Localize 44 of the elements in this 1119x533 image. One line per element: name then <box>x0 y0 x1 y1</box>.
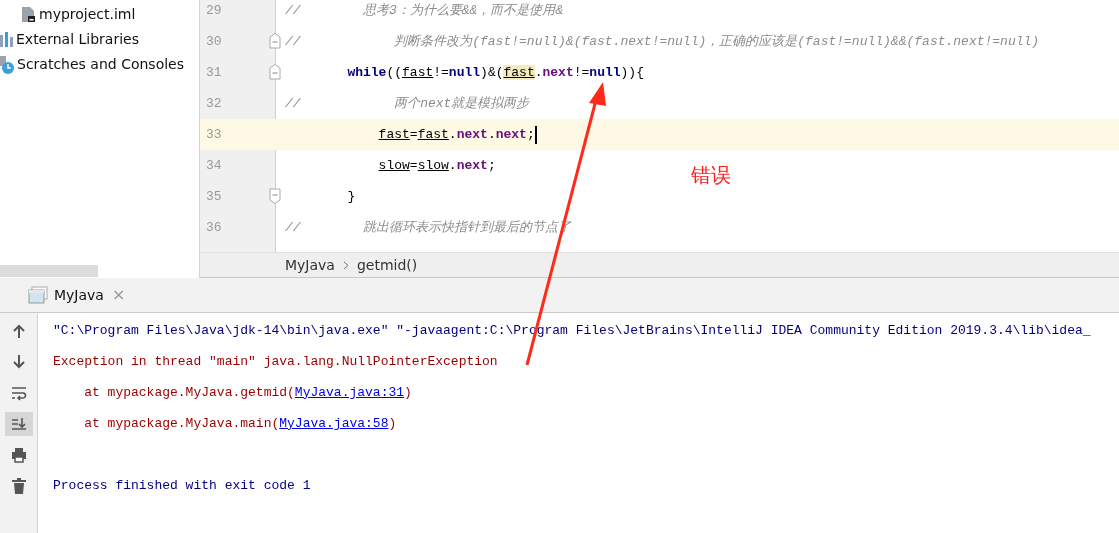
annotation-text: 错误 <box>691 162 731 189</box>
line-number: 33 <box>206 125 222 144</box>
tree-item[interactable]: External Libraries <box>16 29 139 50</box>
code-line: // 思考3：为什么要&&，而不是使用& <box>285 1 564 20</box>
code-line: fast=fast.next.next; <box>377 125 535 144</box>
tree-item[interactable]: myproject.iml <box>39 4 136 25</box>
tree-item[interactable]: Scratches and Consoles <box>17 54 184 75</box>
code-line: } <box>346 187 356 206</box>
print-icon[interactable] <box>10 447 27 463</box>
tab-label: MyJava <box>54 285 104 305</box>
error-line: Exception in thread "main" java.lang.NullPointerException <box>53 352 498 371</box>
code-line: slow=slow.next; <box>377 156 496 175</box>
line-number: 36 <box>206 218 222 237</box>
line-number: 34 <box>206 156 222 175</box>
breadcrumb-item[interactable]: getmid() <box>356 254 418 276</box>
scroll-to-end-icon[interactable] <box>10 416 27 432</box>
trash-icon[interactable] <box>10 478 27 494</box>
source-link[interactable]: MyJava.java:31 <box>294 382 405 403</box>
code-line: while((fast!=null)&(fast.next!=null)){ <box>346 63 644 82</box>
chevron-icon <box>342 260 349 270</box>
line-number: 31 <box>206 63 222 82</box>
line-number: 29 <box>206 1 222 20</box>
file-icon <box>20 6 36 23</box>
console-icon <box>28 286 48 304</box>
scroll-to-end-button[interactable] <box>4 412 33 436</box>
code-line: // 两个next就是模拟两步 <box>285 94 530 113</box>
soft-wrap-icon[interactable] <box>10 385 27 401</box>
scratches-icon <box>0 55 14 74</box>
source-link[interactable]: MyJava.java:58 <box>279 413 389 434</box>
line-number: 30 <box>206 32 222 51</box>
code-line: // 判断条件改为(fast!=null)&(fast.next!=null)，正确的应该是(fast!=null)&&(fast.next!=null) <box>285 32 1040 51</box>
breadcrumb-item[interactable]: MyJava <box>285 254 335 276</box>
console-tab[interactable]: MyJava × <box>24 283 132 307</box>
scrollbar[interactable] <box>0 265 98 277</box>
exit-message: Process finished with exit code 1 <box>53 476 311 495</box>
stack-trace-text: ) <box>388 414 397 433</box>
stack-trace-text: at mypackage.MyJava.main( <box>83 414 280 433</box>
text-cursor <box>534 125 537 144</box>
line-number: 32 <box>206 94 222 113</box>
stack-trace-text: ) <box>404 383 412 402</box>
down-arrow-icon[interactable] <box>10 354 27 370</box>
line-number: 35 <box>206 187 222 206</box>
stack-trace-text: at mypackage.MyJava.getmid( <box>83 383 295 402</box>
library-icon <box>0 31 13 48</box>
